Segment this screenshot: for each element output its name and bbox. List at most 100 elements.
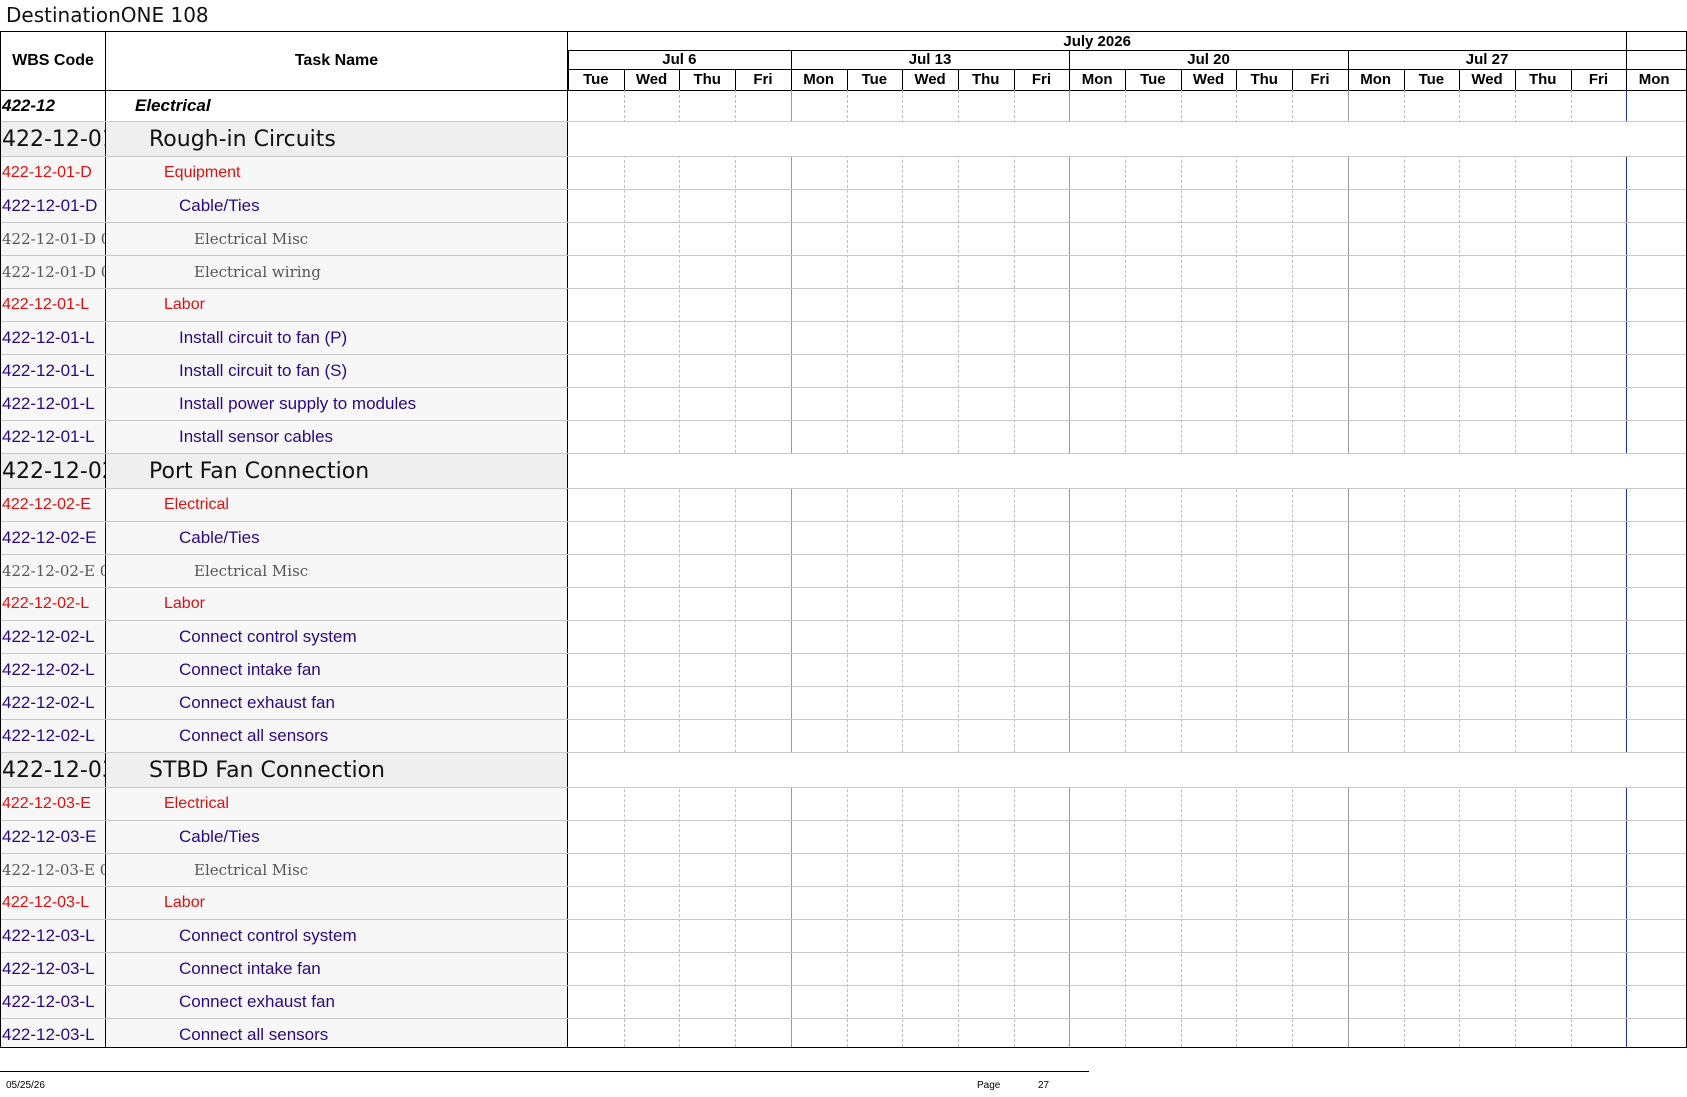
wbs-code-cell: 422-12-03-L [1,1019,106,1047]
table-row[interactable]: 422-12-01-L Install circuit to fan (P) [1,322,1686,355]
wbs-code-cell: 422-12-01-D 0 [1,223,106,255]
task-name: Electrical Misc [194,230,309,248]
day-boundary [1459,69,1461,90]
wbs-code-cell: 422-12-02-E [1,489,106,521]
wbs-code-cell: 422-12-03-L [1,887,106,919]
day-label: Wed [1471,70,1503,88]
table-row[interactable]: 422-12-01-L Install circuit to fan (S) [1,355,1686,388]
table-row[interactable]: 422-12-01-D Cable/Ties [1,190,1686,223]
table-row[interactable]: 422-12-03-L Connect exhaust fan [1,986,1686,1019]
wbs-code-cell: 422-12-01-L [1,421,106,453]
task-name-cell: Electrical Misc [106,223,568,255]
task-name: Electrical [164,496,229,513]
task-name-cell: Electrical [106,788,568,820]
task-name: Electrical [164,795,229,812]
table-row[interactable]: 422-12-02-L Connect control system [1,621,1686,654]
task-name-cell: Connect all sensors [106,720,568,752]
task-name: Install circuit to fan (S) [179,361,348,380]
table-row[interactable]: 422-12-02-E Cable/Ties [1,522,1686,555]
wbs-code-cell: 422-12-03-E 0 [1,854,106,886]
day-boundary [1403,69,1405,90]
table-row[interactable]: 422-12-01-L Labor [1,289,1686,322]
table-row[interactable]: 422-12 Electrical [1,90,1686,122]
table-row[interactable]: 422-12-03-E Cable/Ties [1,821,1686,854]
wbs-column-header[interactable]: WBS Code [1,32,106,90]
task-name-cell: Install circuit to fan (P) [106,322,568,354]
day-label: Wed [635,70,668,88]
task-name: Connect control system [179,627,357,646]
task-name: Install power supply to modules [179,394,417,413]
task-name-cell: Cable/Ties [106,190,568,222]
wbs-code-cell: 422-12-02-E 0 [1,555,106,587]
wbs-code-cell: 422-12-01 [1,122,106,156]
table-row[interactable]: 422-12-02-L Connect intake fan [1,654,1686,687]
table-row[interactable]: 422-12-01 Rough-in Circuits [1,122,1686,157]
day-boundary [1570,69,1572,90]
task-name-cell: Install circuit to fan (S) [106,355,568,387]
task-name: Electrical wiring [194,263,321,281]
table-row[interactable]: 422-12-01-D 0 Electrical wiring [1,256,1686,289]
task-name-cell: Connect all sensors [106,1019,568,1047]
day-boundary [623,69,625,90]
table-row[interactable]: 422-12-01-L Install power supply to modul… [1,388,1686,421]
task-name: Connect all sensors [179,726,329,745]
day-boundary [735,69,737,90]
table-row[interactable]: 422-12-03 STBD Fan Connection [1,753,1686,788]
day-boundary [957,69,959,90]
table-row[interactable]: 422-12-01-L Install sensor cables [1,421,1686,454]
task-name-cell: Install sensor cables [106,421,568,453]
wbs-code-cell: 422-12-02 [1,454,106,488]
table-row[interactable]: 422-12-01-D Equipment [1,157,1686,190]
task-name: Install sensor cables [179,427,334,446]
task-name: Cable/Ties [179,196,260,215]
footer-date: 05/25/26 [6,1080,45,1091]
day-label: Mon [1360,70,1392,88]
task-name: Labor [164,595,205,612]
month-label: July 2026 [1063,32,1131,50]
table-row[interactable]: 422-12-03-L Connect control system [1,920,1686,953]
day-label: Thu [971,70,1000,88]
table-row[interactable]: 422-12-02-E 0 Electrical Misc [1,555,1686,588]
day-boundary [679,69,681,90]
day-label: Wed [914,70,946,88]
table-row[interactable]: 422-12-03-L Labor [1,887,1686,920]
day-label: Tue [1140,70,1166,88]
table-row[interactable]: 422-12-02-L Connect exhaust fan [1,687,1686,720]
task-name-cell: Connect exhaust fan [106,986,568,1018]
task-column-header[interactable]: Task Name [106,32,568,90]
table-row[interactable]: 422-12-02-L Connect all sensors [1,720,1686,753]
wbs-code-cell: 422-12-01-L [1,388,106,420]
table-row[interactable]: 422-12-02-L Labor [1,588,1686,621]
task-name-cell: STBD Fan Connection [106,753,568,787]
table-row[interactable]: 422-12-03-E 0 Electrical Misc [1,854,1686,887]
day-boundary [790,69,792,90]
task-name: Connect exhaust fan [179,992,335,1011]
task-name-cell: Labor [106,588,568,620]
wbs-code-cell: 422-12-02-L [1,654,106,686]
wbs-code-cell: 422-12-01-L [1,289,106,321]
day-label: Mon [1638,70,1670,88]
task-name-cell: Labor [106,289,568,321]
day-boundary [1069,69,1071,90]
wbs-code-cell: 422-12-02-L [1,621,106,653]
week-label: Jul 13 [908,51,952,68]
wbs-code-cell: 422-12-03 [1,753,106,787]
table-row[interactable]: 422-12-03-L Connect all sensors [1,1019,1686,1047]
wbs-code-cell: 422-12-03-L [1,920,106,952]
task-name-cell: Electrical [106,90,568,121]
day-boundary [846,69,848,90]
table-row[interactable]: 422-12-01-D 0 Electrical Misc [1,223,1686,256]
table-row[interactable]: 422-12-03-L Connect intake fan [1,953,1686,986]
wbs-code-cell: 422-12-01-L [1,322,106,354]
table-row[interactable]: 422-12-03-E Electrical [1,788,1686,821]
table-row[interactable]: 422-12-02-E Electrical [1,489,1686,522]
week-label: Jul 27 [1465,51,1509,68]
wbs-code-cell: 422-12-03-E [1,821,106,853]
day-boundary [1626,69,1628,90]
task-name-cell: Equipment [106,157,568,189]
day-label: Fri [1310,70,1330,88]
table-row[interactable]: 422-12-02 Port Fan Connection [1,454,1686,489]
week-label: Jul 20 [1187,51,1230,68]
footer-divider [0,1071,1089,1072]
document-title: DestinationONE 108 [6,3,209,27]
